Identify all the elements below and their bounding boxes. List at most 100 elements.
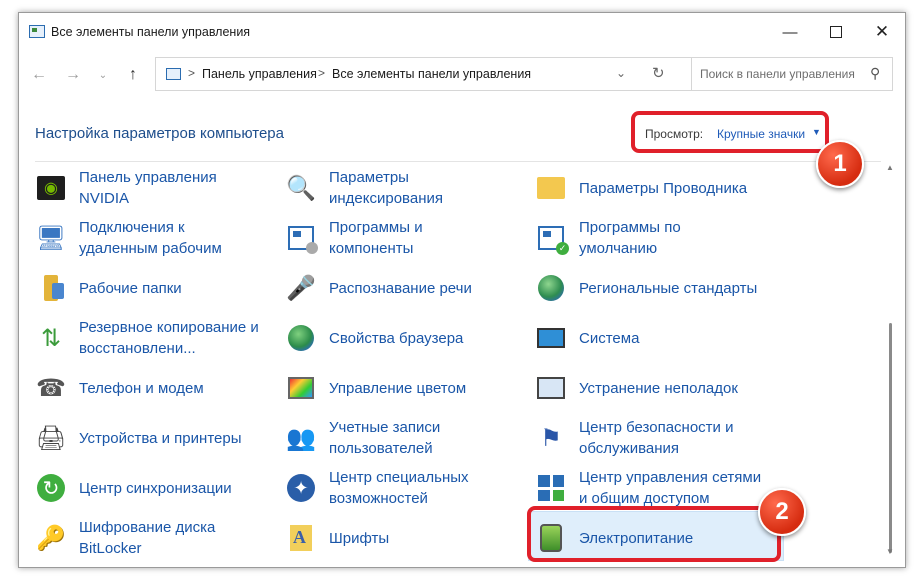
color-management-icon xyxy=(285,372,317,404)
item-label: Шрифты xyxy=(329,529,390,547)
navigation-bar: ← → ⌄ ↑ > Панель управления > Все элемен… xyxy=(19,57,905,93)
folder-options-icon xyxy=(535,172,567,204)
troubleshooting-icon xyxy=(535,372,567,404)
forward-button[interactable]: → xyxy=(61,65,85,85)
item-default-programs[interactable]: ✓ Программы по умолчанию xyxy=(535,213,775,263)
network-icon xyxy=(535,472,567,504)
search-placeholder: Поиск в панели управления xyxy=(700,67,855,81)
control-panel-icon xyxy=(29,25,45,38)
default-programs-icon: ✓ xyxy=(535,222,569,255)
annotation-badge-2: 2 xyxy=(758,488,806,536)
item-label: Центр специальных возможностей xyxy=(329,469,469,507)
item-label: Телефон и модем xyxy=(79,379,204,397)
arrow-up-icon: ↑ xyxy=(129,66,137,83)
scroll-up-icon[interactable]: ▲ xyxy=(886,163,894,172)
item-fonts[interactable]: A Шрифты xyxy=(285,513,525,563)
item-label: Программы по умолчанию xyxy=(579,219,681,257)
item-user-accounts[interactable]: 👥 Учетные записи пользователей xyxy=(285,413,525,463)
backup-icon: ⇅ xyxy=(40,324,62,352)
item-label: Система xyxy=(579,329,640,347)
security-flag-icon: ⚑ xyxy=(540,424,562,452)
item-color-management[interactable]: Управление цветом xyxy=(285,363,525,413)
nvidia-icon: ◉ xyxy=(35,172,67,204)
item-phone-modem[interactable]: ☎ Телефон и модем xyxy=(35,363,275,413)
minimize-icon: — xyxy=(782,23,798,41)
item-folder-options[interactable]: Параметры Проводника xyxy=(535,163,775,213)
item-internet-options[interactable]: Свойства браузера xyxy=(285,313,525,363)
item-sync-center[interactable]: ↻ Центр синхронизации xyxy=(35,463,275,513)
internet-options-icon xyxy=(285,322,317,354)
maximize-button[interactable] xyxy=(813,13,859,51)
refresh-icon[interactable]: ↻ xyxy=(652,64,665,82)
breadcrumb-control-panel[interactable]: Панель управления xyxy=(202,67,317,81)
arrow-right-icon: → xyxy=(65,66,81,83)
breadcrumb-all-items[interactable]: Все элементы панели управления xyxy=(332,67,531,81)
item-devices-printers[interactable]: 🖨 Устройства и принтеры xyxy=(35,413,275,463)
scroll-thumb[interactable] xyxy=(889,323,892,553)
close-button[interactable]: ✕ xyxy=(859,13,905,51)
item-label: Региональные стандарты xyxy=(579,279,758,297)
system-icon xyxy=(535,322,567,354)
back-button[interactable]: ← xyxy=(27,65,51,85)
maximize-icon xyxy=(830,26,842,38)
item-ease-of-access[interactable]: ✦ Центр специальных возможностей xyxy=(285,463,525,513)
annotation-frame-power xyxy=(527,506,781,562)
item-label: Распознавание речи xyxy=(329,279,472,297)
recent-locations-button[interactable]: ⌄ xyxy=(91,65,115,85)
item-label: Резервное копирование и восстановлени... xyxy=(79,319,259,357)
item-work-folders[interactable]: Рабочие папки xyxy=(35,263,275,313)
user-accounts-icon: 👥 xyxy=(286,424,316,452)
item-nvidia[interactable]: ◉ Панель управления NVIDIA xyxy=(35,163,275,213)
annotation-badge-1: 1 xyxy=(816,140,864,188)
item-label: Программы и компоненты xyxy=(329,219,423,257)
control-panel-window: Все элементы панели управления — ✕ ← → ⌄… xyxy=(18,12,906,568)
remote-desktop-icon: 🖥 xyxy=(35,224,67,252)
item-bitlocker[interactable]: 🔑 Шифрование диска BitLocker xyxy=(35,513,275,563)
accessibility-icon: ✦ xyxy=(285,472,317,504)
phone-icon: ☎ xyxy=(36,374,66,402)
breadcrumb-separator: > xyxy=(318,66,326,80)
chevron-down-icon: ⌄ xyxy=(98,69,108,81)
search-icon[interactable]: ⚲ xyxy=(870,65,880,82)
fonts-icon: A xyxy=(285,522,317,554)
annotation-frame-view xyxy=(631,111,829,153)
address-bar[interactable]: > Панель управления > Все элементы панел… xyxy=(155,57,695,91)
divider xyxy=(35,161,881,162)
item-label: Параметры Проводника xyxy=(579,179,748,197)
minimize-button[interactable]: — xyxy=(767,13,813,51)
item-security-maintenance[interactable]: ⚑ Центр безопасности и обслуживания xyxy=(535,413,775,463)
up-button[interactable]: ↑ xyxy=(121,65,145,85)
close-icon: ✕ xyxy=(874,22,890,41)
search-input[interactable]: Поиск в панели управления ⚲ xyxy=(691,57,893,91)
item-system[interactable]: Система xyxy=(535,313,775,363)
item-label: Подключения к удаленным рабочим xyxy=(79,219,222,257)
scroll-down-icon[interactable]: ▼ xyxy=(886,547,894,556)
item-label: Устройства и принтеры xyxy=(79,429,242,447)
page-title: Настройка параметров компьютера xyxy=(35,125,284,142)
item-label: Центр безопасности и обслуживания xyxy=(579,419,734,457)
item-speech-recognition[interactable]: 🎤 Распознавание речи xyxy=(285,263,525,313)
item-troubleshooting[interactable]: Устранение неполадок xyxy=(535,363,775,413)
item-label: Рабочие папки xyxy=(79,279,182,297)
item-remote-desktop[interactable]: 🖥 Подключения к удаленным рабочим xyxy=(35,213,275,263)
window-title: Все элементы панели управления xyxy=(51,25,251,39)
item-label: Свойства браузера xyxy=(329,329,464,347)
programs-icon xyxy=(285,222,318,254)
printer-icon: 🖨 xyxy=(35,424,67,452)
sync-icon: ↻ xyxy=(35,472,67,504)
item-indexing[interactable]: 🔍 Параметры индексирования xyxy=(285,163,525,213)
work-folders-icon xyxy=(35,272,67,304)
item-label: Управление цветом xyxy=(329,379,467,397)
address-dropdown-icon[interactable]: ⌄ xyxy=(616,66,626,80)
item-programs[interactable]: Программы и компоненты xyxy=(285,213,525,263)
item-region[interactable]: Региональные стандарты xyxy=(535,263,775,313)
item-label: Учетные записи пользователей xyxy=(329,419,441,457)
title-bar[interactable]: Все элементы панели управления — ✕ xyxy=(19,13,905,51)
indexing-icon: 🔍 xyxy=(286,174,316,202)
vertical-scrollbar[interactable]: ▲ ▼ xyxy=(885,163,897,561)
item-label: Устранение неполадок xyxy=(579,379,738,397)
item-backup[interactable]: ⇅ Резервное копирование и восстановлени.… xyxy=(35,313,275,363)
item-label: Центр синхронизации xyxy=(79,479,232,497)
arrow-left-icon: ← xyxy=(31,66,47,83)
item-label: Панель управления NVIDIA xyxy=(79,169,217,207)
